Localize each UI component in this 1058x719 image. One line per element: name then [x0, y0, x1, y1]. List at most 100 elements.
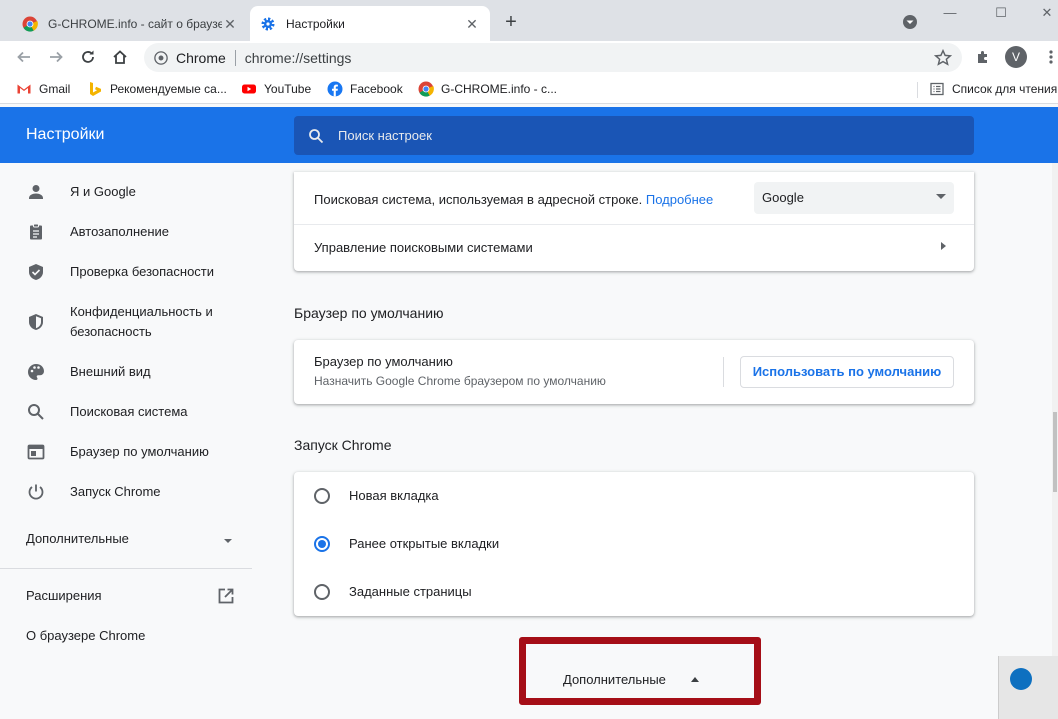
sidebar-item-label: Запуск Chrome [70, 484, 161, 499]
clipboard-icon [30, 223, 42, 240]
omnibox-separator [234, 49, 236, 66]
teamviewer-icon[interactable] [1010, 668, 1032, 690]
manage-search-engines-row[interactable]: Управление поисковыми системами [294, 225, 974, 271]
make-default-button[interactable]: Использовать по умолчанию [740, 356, 954, 388]
menu-button[interactable] [1040, 46, 1058, 68]
radio-new-tab[interactable] [314, 488, 330, 504]
default-browser-subtitle: Назначить Google Chrome браузером по умо… [314, 374, 606, 388]
dropdown-arrow-icon [936, 194, 946, 199]
bookmark-facebook[interactable]: Facebook [327, 80, 403, 98]
bookmark-youtube[interactable]: YouTube [241, 80, 311, 98]
tab-settings[interactable]: Настройки ✕ [250, 6, 490, 41]
reload-button[interactable] [77, 46, 99, 68]
sidebar-advanced-toggle[interactable]: Дополнительные [26, 531, 236, 551]
avatar[interactable]: V [1005, 46, 1027, 68]
tab-g-chrome[interactable]: G-CHROME.info - сайт о браузере ✕ [12, 6, 248, 41]
bookmark-label: YouTube [264, 82, 312, 96]
sidebar-item-label: Внешний вид [70, 364, 151, 379]
toolbar: Chrome chrome://settings V [0, 41, 1058, 74]
default-browser-section-title: Браузер по умолчанию [294, 305, 444, 321]
search-engine-select[interactable]: Google [754, 182, 954, 214]
search-engine-text: Поисковая система, используемая в адресн… [314, 192, 643, 207]
minimize-icon[interactable]: — [939, 4, 961, 22]
settings-header: Настройки [0, 107, 1058, 163]
search-engine-selected: Google [762, 190, 804, 205]
home-button[interactable] [109, 46, 131, 68]
sidebar-item-label: Проверка безопасности [70, 264, 215, 279]
close-icon[interactable]: ✕ [464, 16, 480, 32]
forward-button[interactable] [45, 46, 67, 68]
reload-icon [82, 50, 94, 63]
tab-search-icon[interactable] [902, 14, 918, 30]
bookmark-label: Рекомендуемые са... [110, 82, 227, 96]
radio-label: Заданные страницы [349, 584, 472, 599]
search-engine-description: Поисковая система, используемая в адресн… [314, 192, 713, 207]
gear-icon [261, 17, 275, 30]
bookmark-gmail[interactable]: Gmail [16, 80, 70, 98]
reading-list-label: Список для чтения [952, 82, 1058, 96]
bookmark-g-chrome[interactable]: G-CHROME.info - с... [418, 80, 557, 98]
tab-strip: G-CHROME.info - сайт о браузере ✕ Настро… [0, 0, 1058, 41]
bookmark-label: G-CHROME.info - с... [441, 82, 558, 96]
address-bar[interactable]: Chrome chrome://settings [144, 43, 962, 72]
reading-list-icon [930, 82, 944, 96]
caret-down-icon [224, 539, 232, 543]
sidebar-item-about-chrome[interactable]: О браузере Chrome [26, 628, 145, 643]
search-icon [309, 128, 324, 143]
close-icon[interactable]: ✕ [222, 16, 238, 32]
radio-label: Ранее открытые вкладки [349, 536, 500, 551]
facebook-icon [327, 81, 343, 97]
bookmark-label: Facebook [350, 82, 403, 96]
scrollbar-thumb[interactable] [1053, 412, 1057, 492]
sidebar-item-you-and-google[interactable]: Я и Google [0, 182, 260, 202]
chrome-site-icon [154, 50, 168, 65]
sidebar-divider [0, 568, 252, 569]
sidebar-item-extensions[interactable]: Расширения [26, 588, 102, 603]
shield-half-icon [29, 314, 43, 330]
bookmark-recommended[interactable]: Рекомендуемые са... [87, 80, 227, 98]
chrome-icon [22, 16, 38, 32]
radio-label: Новая вкладка [349, 488, 439, 503]
sidebar-item-privacy[interactable]: Конфиденциальность и безопасность [0, 302, 260, 342]
default-browser-card: Браузер по умолчанию Назначить Google Ch… [294, 340, 974, 404]
sidebar-item-autofill[interactable]: Автозаполнение [0, 222, 260, 242]
new-tab-button[interactable]: + [500, 12, 522, 34]
bookmark-label: Gmail [39, 82, 71, 96]
maximize-icon[interactable]: ☐ [990, 4, 1012, 22]
advanced-toggle[interactable]: Дополнительные [563, 672, 666, 687]
radio-continue[interactable] [314, 536, 330, 552]
sidebar-item-on-startup[interactable]: Запуск Chrome [0, 482, 260, 502]
sidebar-item-search-engine[interactable]: Поисковая система [0, 402, 260, 422]
search-engine-card: Поисковая система, используемая в адресн… [294, 172, 974, 271]
reading-list-button[interactable]: Список для чтения [929, 80, 1057, 98]
tab-title: G-CHROME.info - сайт о браузере [48, 16, 222, 31]
search-input[interactable] [338, 128, 938, 143]
settings-search[interactable] [294, 116, 974, 155]
vertical-separator [723, 357, 724, 387]
power-icon [28, 484, 44, 500]
arrow-left-icon [17, 51, 30, 63]
highlight-box [519, 637, 761, 705]
sidebar-item-label: Конфиденциальность и безопасность [70, 304, 213, 339]
sidebar-item-safety-check[interactable]: Проверка безопасности [0, 262, 260, 282]
bookmarks-separator [917, 82, 918, 98]
url-text[interactable]: chrome://settings [245, 50, 352, 66]
bookmarks-bar: Gmail Рекомендуемые са... YouTube Facebo… [0, 74, 1058, 104]
palette-icon [28, 364, 44, 380]
startup-section-title: Запуск Chrome [294, 437, 392, 453]
sidebar-item-label: Браузер по умолчанию [70, 444, 209, 459]
sidebar-item-default-browser[interactable]: Браузер по умолчанию [0, 442, 260, 462]
open-in-new-icon[interactable] [217, 587, 235, 605]
close-window-icon[interactable]: ✕ [1036, 4, 1058, 22]
sidebar-item-label: Я и Google [70, 184, 136, 199]
arrow-right-icon [50, 51, 63, 63]
back-button[interactable] [13, 46, 35, 68]
sidebar-item-label: Поисковая система [70, 404, 188, 419]
shield-check-icon [29, 264, 43, 280]
bing-icon [90, 82, 101, 96]
extensions-button[interactable] [972, 46, 994, 68]
sidebar-item-appearance[interactable]: Внешний вид [0, 362, 260, 382]
radio-specific-pages[interactable] [314, 584, 330, 600]
learn-more-link[interactable]: Подробнее [646, 192, 713, 207]
bookmark-star-icon[interactable] [934, 49, 952, 67]
